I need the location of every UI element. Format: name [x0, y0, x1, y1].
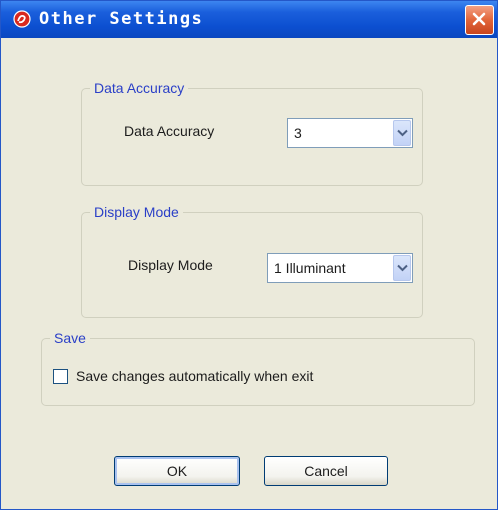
title-bar[interactable]: Other Settings: [1, 1, 497, 38]
display-mode-dropdown-button[interactable]: [393, 255, 411, 281]
cancel-button[interactable]: Cancel: [264, 456, 388, 486]
ok-button[interactable]: OK: [114, 456, 240, 486]
dialog-body: Data Accuracy Data Accuracy 3 Display Mo…: [1, 38, 497, 509]
other-settings-dialog: Other Settings Data Accuracy Data Accura…: [0, 0, 498, 510]
data-accuracy-select[interactable]: 3: [287, 118, 413, 148]
app-logo-icon: [13, 10, 31, 28]
auto-save-checkbox[interactable]: [53, 369, 68, 384]
data-accuracy-dropdown-button[interactable]: [393, 120, 411, 146]
save-legend: Save: [54, 330, 86, 346]
auto-save-label: Save changes automatically when exit: [76, 368, 314, 384]
chevron-down-icon: [397, 129, 408, 137]
dialog-title: Other Settings: [39, 9, 204, 29]
display-mode-label: Display Mode: [128, 257, 213, 273]
display-mode-select[interactable]: 1 Illuminant: [267, 253, 413, 283]
chevron-down-icon: [397, 264, 408, 272]
display-mode-value: 1 Illuminant: [274, 260, 346, 276]
data-accuracy-label: Data Accuracy: [124, 123, 215, 139]
display-mode-legend: Display Mode: [94, 204, 179, 220]
close-button[interactable]: [465, 5, 494, 35]
data-accuracy-legend: Data Accuracy: [94, 80, 185, 96]
auto-save-option[interactable]: Save changes automatically when exit: [53, 367, 433, 389]
data-accuracy-value: 3: [294, 125, 302, 141]
close-icon: [472, 12, 486, 26]
